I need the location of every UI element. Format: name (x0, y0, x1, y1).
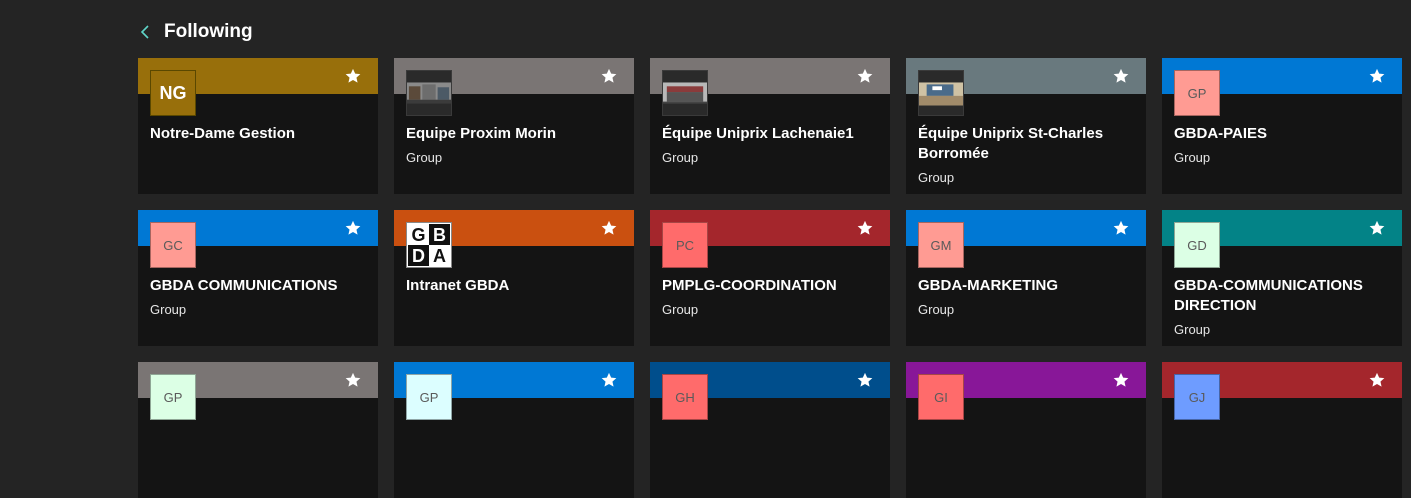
site-type: Group (406, 150, 443, 165)
site-initials-logo: GC (150, 222, 196, 268)
star-icon[interactable] (600, 219, 618, 237)
site-title: GBDA-MARKETING (918, 277, 1058, 294)
site-photo-logo (918, 70, 964, 116)
chevron-left-icon (140, 25, 149, 39)
site-type: Group (662, 150, 699, 165)
site-card[interactable]: GP (138, 362, 378, 498)
site-card[interactable]: GM GBDA-MARKETING Group (906, 210, 1146, 346)
star-icon[interactable] (856, 67, 874, 85)
site-card[interactable]: GJ (1162, 362, 1402, 498)
site-title: GBDA-PAIES (1174, 125, 1268, 142)
site-name: GBDA COMMUNICATIONS Group (150, 276, 366, 320)
site-card[interactable]: GD GBDA-COMMUNICATIONS DIRECTION Group (1162, 210, 1402, 346)
star-icon[interactable] (1112, 67, 1130, 85)
site-card-grid: NG Notre-Dame Gestion Equipe Proxim Morin G… (138, 58, 1402, 498)
back-button[interactable] (138, 20, 152, 44)
site-type: Group (918, 302, 955, 317)
site-initials-logo: GM (918, 222, 964, 268)
star-icon[interactable] (1368, 219, 1386, 237)
star-icon[interactable] (344, 67, 362, 85)
star-icon[interactable] (856, 219, 874, 237)
site-title: PMPLG-COORDINATION (662, 277, 837, 294)
site-card[interactable]: GI (906, 362, 1146, 498)
site-initials-logo: GD (1174, 222, 1220, 268)
site-name: Notre-Dame Gestion (150, 124, 366, 144)
site-initials-logo: PC (662, 222, 708, 268)
site-type: Group (1174, 322, 1211, 337)
svg-text:D: D (412, 246, 425, 266)
site-card[interactable]: PC PMPLG-COORDINATION Group (650, 210, 890, 346)
star-icon[interactable] (1368, 371, 1386, 389)
site-initials-logo: GP (150, 374, 196, 420)
star-icon[interactable] (344, 219, 362, 237)
site-title: Intranet GBDA (406, 277, 510, 294)
svg-text:A: A (433, 246, 446, 266)
site-card[interactable]: GP (394, 362, 634, 498)
star-icon[interactable] (1368, 67, 1386, 85)
star-icon[interactable] (856, 371, 874, 389)
site-name: Equipe Proxim Morin Group (406, 124, 622, 168)
site-name: GBDA-COMMUNICATIONS DIRECTION Group (1174, 276, 1390, 340)
star-icon[interactable] (1112, 219, 1130, 237)
site-name: Intranet GBDA (406, 276, 622, 296)
site-title: Équipe Uniprix St-Charles Borromée (918, 125, 1104, 162)
site-type: Group (1174, 150, 1211, 165)
site-card[interactable]: GP GBDA-PAIES Group (1162, 58, 1402, 194)
star-icon[interactable] (1112, 371, 1130, 389)
site-title: Equipe Proxim Morin (406, 125, 557, 142)
site-title: Équipe Uniprix Lachenaie1 (662, 125, 854, 142)
site-photo-logo (406, 70, 452, 116)
star-icon[interactable] (600, 371, 618, 389)
site-card[interactable]: Équipe Uniprix St-Charles Borromée Group (906, 58, 1146, 194)
site-initials-logo: GI (918, 374, 964, 420)
svg-text:G: G (411, 225, 425, 245)
site-name: PMPLG-COORDINATION Group (662, 276, 878, 320)
site-card[interactable]: NG Notre-Dame Gestion (138, 58, 378, 194)
site-name: Équipe Uniprix Lachenaie1 Group (662, 124, 878, 168)
site-initials-logo: GJ (1174, 374, 1220, 420)
site-type: Group (662, 302, 699, 317)
site-photo-logo (662, 70, 708, 116)
site-title: GBDA COMMUNICATIONS (150, 277, 338, 294)
site-card[interactable]: GH (650, 362, 890, 498)
site-card[interactable]: GC GBDA COMMUNICATIONS Group (138, 210, 378, 346)
svg-text:B: B (433, 225, 446, 245)
site-initials-logo: NG (150, 70, 196, 116)
site-card[interactable]: Équipe Uniprix Lachenaie1 Group (650, 58, 890, 194)
site-type: Group (150, 302, 187, 317)
site-initials-logo: GP (1174, 70, 1220, 116)
page-title: Following (164, 21, 253, 42)
site-type: Group (918, 170, 955, 185)
site-initials-logo: GH (662, 374, 708, 420)
site-initials-logo: GP (406, 374, 452, 420)
star-icon[interactable] (344, 371, 362, 389)
site-title: GBDA-COMMUNICATIONS DIRECTION (1174, 277, 1363, 314)
site-title: Notre-Dame Gestion (150, 125, 296, 142)
page-header: Following (138, 18, 253, 46)
site-name: Équipe Uniprix St-Charles Borromée Group (918, 124, 1134, 188)
site-name: GBDA-PAIES Group (1174, 124, 1390, 168)
site-card[interactable]: Equipe Proxim Morin Group (394, 58, 634, 194)
star-icon[interactable] (600, 67, 618, 85)
site-card[interactable]: G B D A Intranet GBDA (394, 210, 634, 346)
site-name: GBDA-MARKETING Group (918, 276, 1134, 320)
gbda-logo: GBDA (406, 222, 452, 268)
